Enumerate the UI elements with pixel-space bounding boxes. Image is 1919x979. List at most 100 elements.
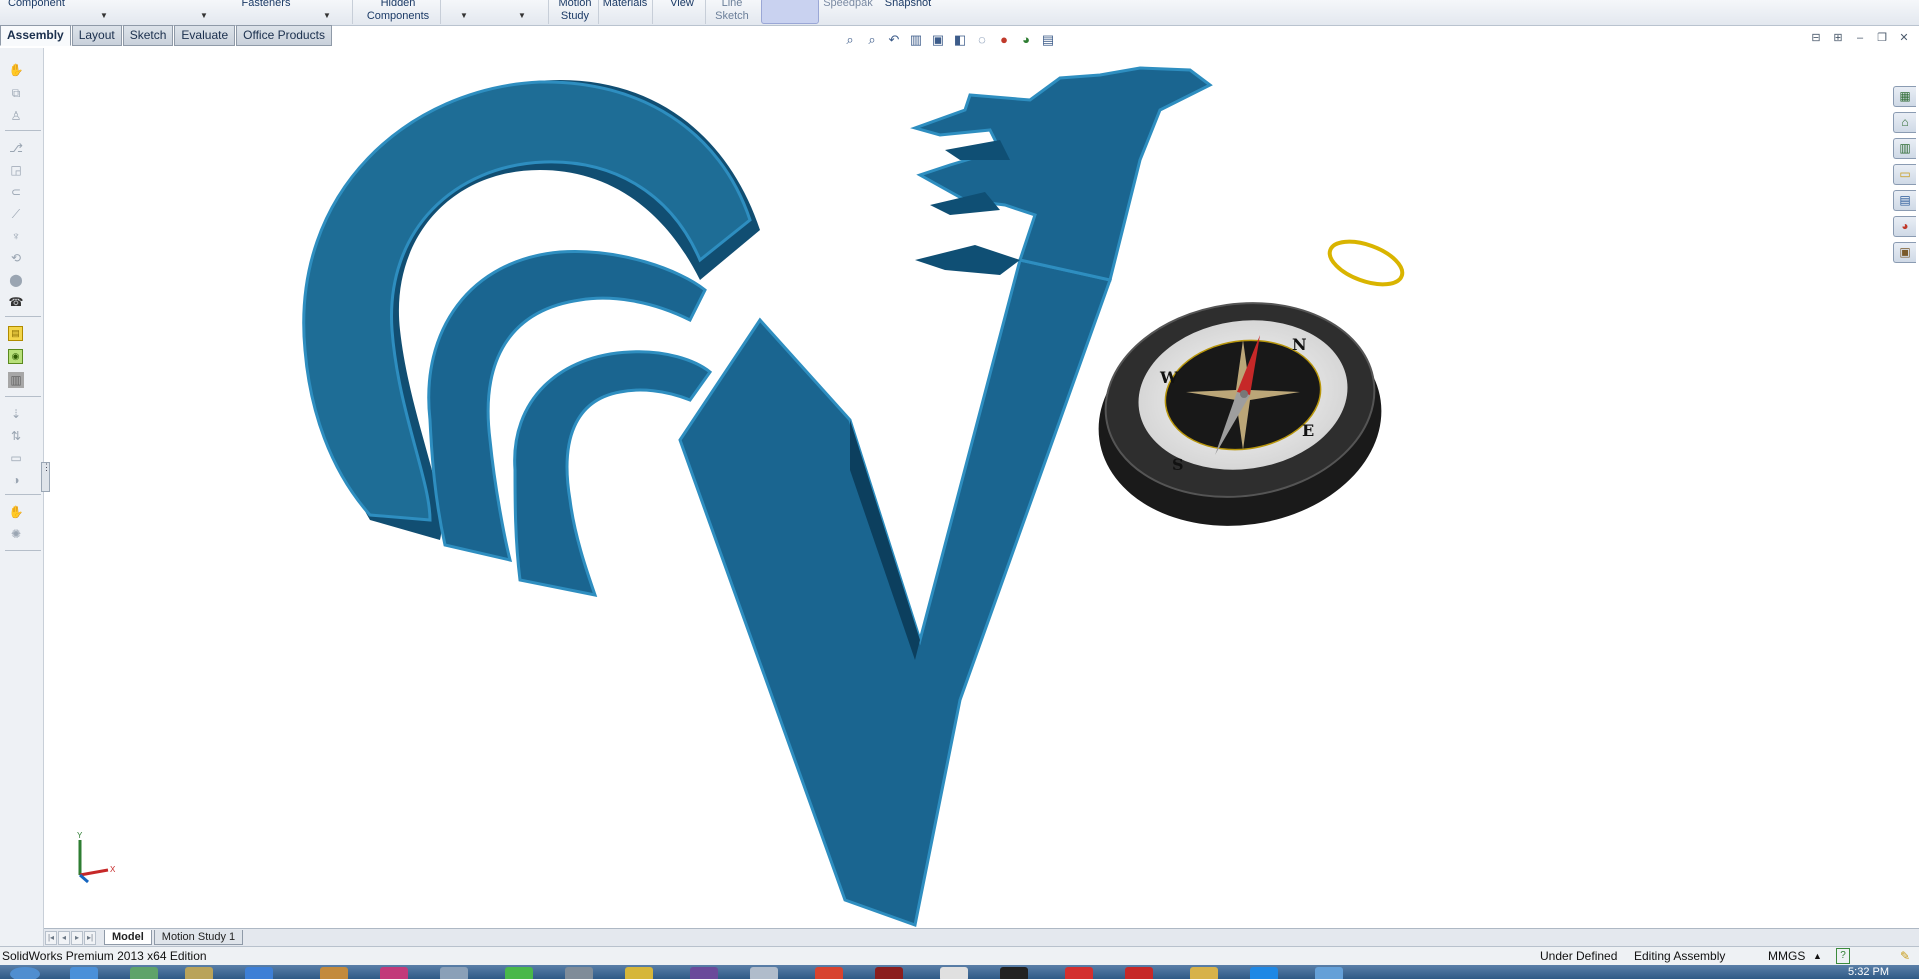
- taskbar-app-icon[interactable]: [1000, 967, 1028, 979]
- note-icon[interactable]: ◉: [8, 349, 23, 364]
- tool-icon[interactable]: ✺: [8, 526, 24, 542]
- compass-ring: [1327, 239, 1405, 287]
- view-settings-icon[interactable]: ▤: [1040, 32, 1056, 48]
- hide-show-items-icon[interactable]: ◌: [974, 32, 990, 48]
- rebuild-icon[interactable]: ✎: [1900, 947, 1910, 966]
- taskbar-app-icon[interactable]: [940, 967, 968, 979]
- tab-assembly[interactable]: Assembly: [0, 25, 71, 46]
- triad-x-label: X: [110, 865, 116, 874]
- rooster-logo-model[interactable]: [302, 66, 1213, 927]
- ribbon-hidden-components-button[interactable]: Hidden Components: [362, 0, 434, 23]
- ribbon-dropdown-arrow-icon[interactable]: ▼: [518, 11, 526, 20]
- display-style-icon[interactable]: ◧: [952, 32, 968, 48]
- document-window-buttons: ⊟ ⊞ – ❐ ✕: [1809, 31, 1911, 45]
- tool-icon[interactable]: ▥: [8, 372, 24, 388]
- compass-east-label: E: [1302, 421, 1314, 440]
- tab-motion-study-1[interactable]: Motion Study 1: [153, 930, 244, 945]
- ribbon-separator: [652, 0, 653, 24]
- last-tab-icon[interactable]: ▸|: [84, 930, 96, 945]
- ribbon-snapshot-button[interactable]: Snapshot: [880, 0, 936, 10]
- taskbar-app-icon[interactable]: [245, 967, 273, 979]
- note-icon[interactable]: ▤: [8, 326, 23, 341]
- compass-model[interactable]: N E S W: [1085, 233, 1408, 544]
- section-view-icon[interactable]: ▥: [908, 32, 924, 48]
- tool-icon[interactable]: ✋: [8, 504, 24, 520]
- next-tab-icon[interactable]: ▸: [71, 930, 83, 945]
- tool-icon[interactable]: ☎: [8, 294, 24, 310]
- tab-office-products[interactable]: Office Products: [236, 25, 332, 46]
- taskbar-app-icon[interactable]: [690, 967, 718, 979]
- taskbar-app-icon[interactable]: [440, 967, 468, 979]
- taskbar-app-icon[interactable]: [1190, 967, 1218, 979]
- taskbar-app-icon[interactable]: [70, 967, 98, 979]
- ribbon-dropdown-arrow-icon[interactable]: ▼: [200, 11, 208, 20]
- tool-icon[interactable]: ⟲: [8, 250, 24, 266]
- tool-icon[interactable]: ⟋: [8, 206, 24, 222]
- graphics-area[interactable]: N E S W: [44, 48, 1904, 928]
- tool-icon[interactable]: ▭: [8, 450, 24, 466]
- tile-horizontal-icon[interactable]: ⊟: [1809, 31, 1823, 45]
- tool-icon[interactable]: ⇣: [8, 406, 24, 422]
- restore-icon[interactable]: ❐: [1875, 31, 1889, 45]
- start-button-icon[interactable]: [10, 967, 40, 979]
- taskbar-app-icon[interactable]: [875, 967, 903, 979]
- left-toolbar: ✋ ⧉ ♙ ⎇ ◲ ⊂ ⟋ ♆ ⟲ ⬤ ☎ ▤ ◉ ▥ ⇣ ⇅ ▭ ◑ ✋ ✺: [0, 48, 44, 950]
- taskbar-app-icon[interactable]: [1315, 967, 1343, 979]
- tool-icon[interactable]: ♆: [8, 228, 24, 244]
- tool-icon[interactable]: ◑: [8, 472, 24, 488]
- taskbar-app-icon[interactable]: [1250, 967, 1278, 979]
- taskbar-app-icon[interactable]: [320, 967, 348, 979]
- taskbar-app-icon[interactable]: [130, 967, 158, 979]
- ribbon-dropdown-arrow-icon[interactable]: ▼: [100, 11, 108, 20]
- compass-west-label: W: [1159, 368, 1179, 387]
- first-tab-icon[interactable]: |◂: [45, 930, 57, 945]
- taskbar-app-icon[interactable]: [565, 967, 593, 979]
- apply-scene-icon[interactable]: ◕: [1018, 32, 1034, 48]
- tool-icon[interactable]: ◲: [8, 162, 24, 178]
- taskbar-app-icon[interactable]: [750, 967, 778, 979]
- view-orientation-icon[interactable]: ▣: [930, 32, 946, 48]
- units-chevron-up-icon[interactable]: ▲: [1813, 947, 1822, 966]
- tool-icon[interactable]: ⧉: [8, 85, 24, 101]
- tab-evaluate[interactable]: Evaluate: [174, 25, 236, 46]
- ribbon-view-button[interactable]: View: [663, 0, 701, 10]
- close-icon[interactable]: ✕: [1897, 31, 1911, 45]
- toolbar-separator: [5, 130, 41, 131]
- taskbar-app-icon[interactable]: [1125, 967, 1153, 979]
- ribbon-materials-button[interactable]: Materials: [600, 0, 650, 10]
- ribbon-motion-study-label: Motion Study: [558, 0, 592, 22]
- tool-icon[interactable]: ⬤: [8, 272, 24, 288]
- taskbar-app-icon[interactable]: [380, 967, 408, 979]
- ribbon-line-sketch-button[interactable]: Line Sketch: [710, 0, 754, 23]
- ribbon-dropdown-arrow-icon[interactable]: ▼: [460, 11, 468, 20]
- edit-appearance-icon[interactable]: ●: [996, 32, 1012, 48]
- ribbon-fasteners-button[interactable]: Fasteners: [240, 0, 292, 10]
- tab-layout[interactable]: Layout: [71, 25, 122, 46]
- tool-icon[interactable]: ⎇: [8, 140, 24, 156]
- zoom-to-fit-icon[interactable]: ⌕: [842, 32, 858, 48]
- zoom-to-area-icon[interactable]: ⌕: [864, 32, 880, 48]
- ribbon-dropdown-arrow-icon[interactable]: ▼: [323, 11, 331, 20]
- taskbar-app-icon[interactable]: [625, 967, 653, 979]
- ribbon-speedpak-button[interactable]: Speedpak: [820, 0, 876, 10]
- previous-tab-icon[interactable]: ◂: [58, 930, 70, 945]
- tool-icon[interactable]: ✋: [8, 62, 24, 78]
- tool-icon[interactable]: ⊂: [8, 184, 24, 200]
- minimize-icon[interactable]: –: [1853, 31, 1867, 45]
- taskbar-app-icon[interactable]: [185, 967, 213, 979]
- tool-icon[interactable]: ⇅: [8, 428, 24, 444]
- taskbar-app-icon[interactable]: [505, 967, 533, 979]
- previous-view-icon[interactable]: ↶: [886, 32, 902, 48]
- ribbon-component-button[interactable]: Component: [8, 0, 65, 10]
- help-icon[interactable]: ?: [1836, 948, 1850, 964]
- status-units-selector[interactable]: MMGS: [1768, 947, 1805, 966]
- tab-sketch[interactable]: Sketch: [122, 25, 174, 46]
- taskbar-app-icon[interactable]: [815, 967, 843, 979]
- ribbon-pressed-button[interactable]: [761, 0, 819, 24]
- tool-icon[interactable]: ♙: [8, 108, 24, 124]
- taskbar-clock[interactable]: 5:32 PM: [1848, 965, 1889, 979]
- tile-vertical-icon[interactable]: ⊞: [1831, 31, 1845, 45]
- tab-model[interactable]: Model: [104, 930, 152, 945]
- ribbon-motion-study-button[interactable]: Motion Study: [555, 0, 595, 23]
- taskbar-app-icon[interactable]: [1065, 967, 1093, 979]
